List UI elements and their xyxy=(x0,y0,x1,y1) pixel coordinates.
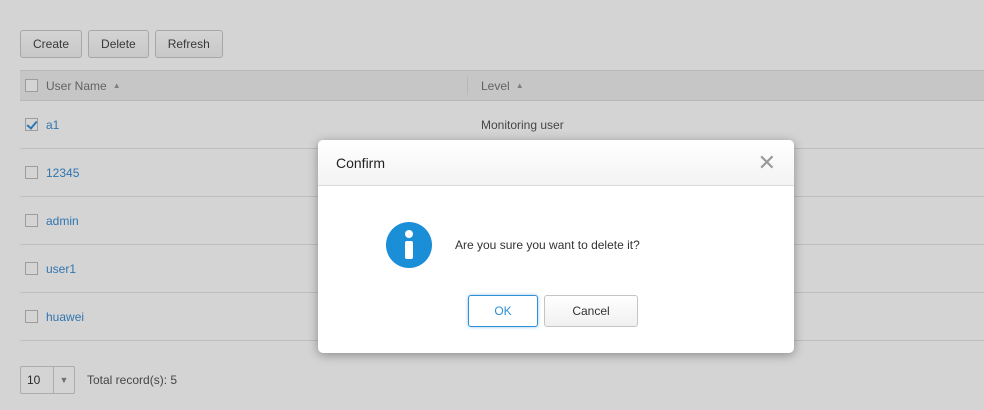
dialog-title: Confirm xyxy=(336,154,386,171)
dialog-buttons: OK Cancel xyxy=(468,295,638,327)
dialog-header: Confirm ✕ xyxy=(318,140,794,186)
info-icon xyxy=(386,222,432,271)
dialog-body: Are you sure you want to delete it? OK C… xyxy=(318,187,794,353)
ok-button[interactable]: OK xyxy=(468,295,538,327)
dialog-message: Are you sure you want to delete it? xyxy=(455,238,640,252)
confirm-dialog: Confirm ✕ Are you sure you want to delet… xyxy=(318,140,794,353)
cancel-button[interactable]: Cancel xyxy=(544,295,638,327)
close-icon[interactable]: ✕ xyxy=(758,151,776,174)
